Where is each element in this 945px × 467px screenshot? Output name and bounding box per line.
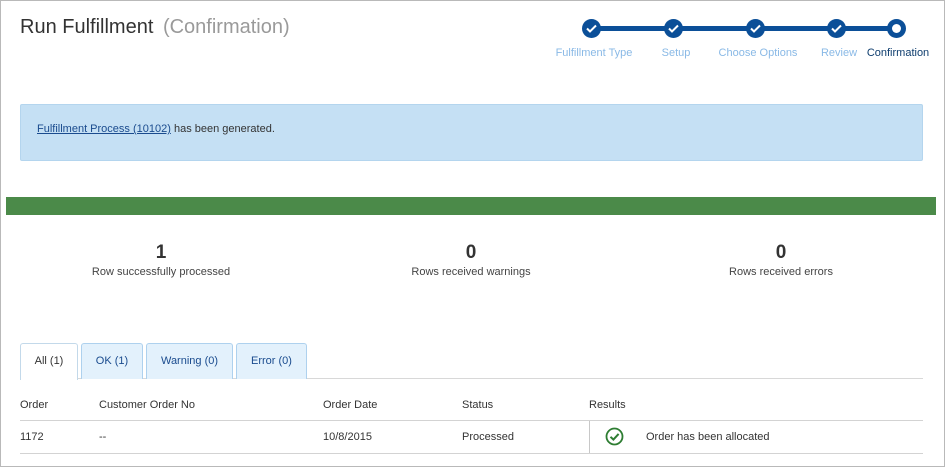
summary-processed: 1 Row successfully processed [36,242,286,278]
errors-count: 0 [775,242,787,263]
step-setup-check-icon [664,19,683,38]
cell-status: Processed [462,431,514,443]
tab-error[interactable]: Error (0) [236,343,307,379]
tab-warning[interactable]: Warning (0) [146,343,233,379]
step-label-fulfillment-type: Fulfillment Type [555,47,633,59]
step-fulfillment-type-check-icon [582,19,601,38]
processed-label: Row successfully processed [91,266,231,278]
tab-ok[interactable]: OK (1) [81,343,143,379]
results-divider [589,421,590,453]
cell-customer-order-no: -- [99,431,107,443]
info-alert: Fulfillment Process (10102) has been gen… [20,104,923,161]
alert-text: Fulfillment Process (10102) has been gen… [37,123,275,135]
warnings-count: 0 [465,242,477,263]
check-circle-icon [605,427,624,446]
page-subtitle: (Confirmation) [162,16,290,38]
processed-count: 1 [155,242,167,263]
warnings-label: Rows received warnings [411,266,531,278]
page-frame: Run Fulfillment (Confirmation) Fulfillme… [0,0,945,467]
wizard-track [592,26,898,31]
page-title-text: Run Fulfillment [20,16,154,38]
step-label-setup: Setup [661,47,691,59]
fulfillment-process-link[interactable]: Fulfillment Process (10102) [37,123,171,135]
tab-all[interactable]: All (1) [20,343,78,380]
step-confirmation-current-icon [887,19,906,38]
page-title: Run Fulfillment (Confirmation) [20,16,290,39]
column-header-results[interactable]: Results [589,399,626,411]
summary-warnings: 0 Rows received warnings [346,242,596,278]
alert-message: has been generated. [173,123,275,135]
cell-result: Order has been allocated [646,431,770,443]
column-header-status[interactable]: Status [462,399,493,411]
cell-order-date: 10/8/2015 [323,431,372,443]
table-header-divider [20,420,923,421]
success-progress-bar [6,197,936,215]
column-header-order[interactable]: Order [20,399,48,411]
step-choose-options-check-icon [746,19,765,38]
table-row-divider [20,453,923,454]
summary-errors: 0 Rows received errors [656,242,906,278]
step-label-confirmation: Confirmation [866,47,930,59]
step-review-check-icon [827,19,846,38]
errors-label: Rows received errors [729,266,833,278]
wizard-steps: Fulfillment Type Setup Choose Options Re… [546,13,941,65]
column-header-order-date[interactable]: Order Date [323,399,377,411]
step-label-choose-options: Choose Options [718,47,798,59]
step-label-review: Review [820,47,858,59]
cell-order: 1172 [20,431,44,443]
column-header-customer-order-no[interactable]: Customer Order No [99,399,195,411]
